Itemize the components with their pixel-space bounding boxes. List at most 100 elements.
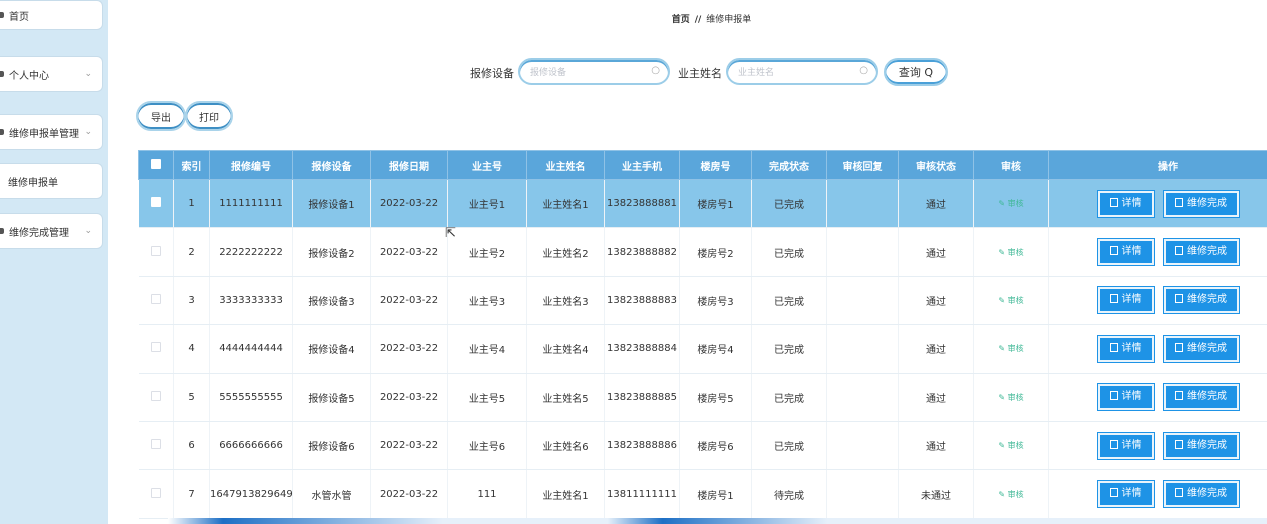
breadcrumb-home[interactable]: 首页	[672, 15, 690, 25]
detail-button[interactable]: 详情	[1097, 287, 1154, 314]
cell-device: 水管水管	[292, 469, 371, 519]
cell-index: 2	[173, 227, 210, 277]
checkbox[interactable]	[151, 158, 161, 169]
audit-cell: ✎ 审核	[973, 227, 1049, 277]
cell-date: 2022-03-22	[370, 276, 448, 326]
cell-phone: 13823888883	[604, 276, 680, 326]
chevron-down-icon: ⌄	[84, 127, 92, 137]
row-select[interactable]	[138, 227, 174, 277]
audit-link[interactable]: ✎ 审核	[998, 296, 1023, 305]
select-all-checkbox[interactable]	[138, 150, 174, 180]
operations-cell: 详情 维修完成	[1048, 179, 1267, 229]
audit-link-label: 审核	[1007, 489, 1024, 499]
query-button[interactable]: 查询 Q	[884, 58, 948, 86]
main-content: 首页 // 维修申报单 报修设备 ○ 业主姓名 ○ 查询 Q 导出 打印	[108, 0, 1267, 524]
device-search-field[interactable]: ○	[518, 58, 670, 85]
audit-link[interactable]: ✎ 审核	[998, 393, 1023, 402]
checkbox[interactable]	[150, 245, 161, 256]
checkbox[interactable]	[150, 487, 161, 498]
audit-link[interactable]: ✎ 审核	[998, 441, 1023, 450]
table-row[interactable]: 7 1647913829649 水管水管 2022-03-22 111 业主姓名1 1381…	[138, 469, 1267, 519]
checkbox[interactable]	[150, 293, 161, 304]
cell-status: 已完成	[751, 421, 827, 471]
cell-code: 1111111111	[209, 179, 293, 229]
sidebar-item-repair-complete-management[interactable]: 维修完成管理 ⌄	[0, 213, 103, 249]
repair-complete-button[interactable]: 维修完成	[1163, 335, 1239, 362]
cell-index: 6	[173, 421, 210, 471]
breadcrumb-separator: //	[694, 15, 702, 25]
detail-button[interactable]: 详情	[1097, 190, 1154, 217]
checkbox[interactable]	[150, 197, 161, 208]
repair-complete-button[interactable]: 维修完成	[1163, 190, 1239, 217]
row-select[interactable]	[138, 324, 174, 374]
sidebar-item-personal-center[interactable]: 个人中心 ⌄	[0, 56, 103, 92]
repair-complete-button[interactable]: 维修完成	[1163, 432, 1239, 459]
checkbox[interactable]	[150, 439, 161, 450]
print-button[interactable]: 打印	[185, 101, 233, 131]
cell-status: 已完成	[751, 373, 827, 422]
detail-button-label: 详情	[1121, 439, 1142, 451]
audit-link[interactable]: ✎ 审核	[998, 490, 1023, 499]
sidebar-item-home[interactable]: 首页	[0, 0, 103, 30]
cell-date: 2022-03-22	[370, 469, 448, 519]
checkbox[interactable]	[150, 342, 161, 353]
row-select[interactable]	[138, 179, 174, 229]
audit-link-label: 审核	[1007, 247, 1024, 257]
table-row[interactable]: 6 6666666666 报修设备6 2022-03-22 业主号6 业主姓名6 13823…	[138, 421, 1267, 471]
print-button-label: 打印	[199, 112, 219, 124]
cell-building: 楼房号6	[679, 421, 752, 471]
table-row[interactable]: 5 5555555555 报修设备5 2022-03-22 业主号5 业主姓名5 13823…	[138, 373, 1267, 422]
cell-reply	[826, 469, 899, 519]
cell-index: 3	[173, 276, 210, 326]
cell-code: 5555555555	[209, 373, 293, 422]
column-header: 索引	[173, 150, 210, 180]
breadcrumb: 首页 // 维修申报单	[108, 12, 1267, 25]
row-select[interactable]	[138, 469, 174, 519]
cell-owner-no: 业主号5	[447, 373, 527, 422]
checkbox[interactable]	[150, 390, 161, 401]
owner-search-field[interactable]: ○	[726, 58, 878, 85]
audit-link[interactable]: ✎ 审核	[998, 344, 1023, 353]
column-header: 审核状态	[898, 150, 974, 180]
sidebar-item-repair-report-management[interactable]: 维修申报单管理 ⌄	[0, 114, 103, 150]
repair-complete-button-label: 维修完成	[1187, 294, 1227, 306]
repair-complete-button[interactable]: 维修完成	[1163, 239, 1239, 266]
audit-link[interactable]: ✎ 审核	[998, 248, 1023, 257]
detail-button[interactable]: 详情	[1097, 432, 1154, 459]
row-select[interactable]	[138, 276, 174, 326]
table-row[interactable]: 2 2222222222 报修设备2 2022-03-22 业主号2 业主姓名2 13823…	[138, 227, 1267, 277]
table-row[interactable]: 1 1111111111 报修设备1 2022-03-22 业主号1 业主姓名1 13823…	[138, 179, 1267, 229]
detail-button[interactable]: 详情	[1097, 481, 1154, 508]
detail-button-label: 详情	[1121, 246, 1142, 258]
cell-owner-name: 业主姓名4	[526, 324, 605, 374]
sidebar-item-label: 首页	[9, 11, 29, 23]
detail-button[interactable]: 详情	[1097, 239, 1154, 266]
row-select[interactable]	[138, 421, 174, 471]
table-row[interactable]: 4 4444444444 报修设备4 2022-03-22 业主号4 业主姓名4 13823…	[138, 324, 1267, 374]
repair-complete-button[interactable]: 维修完成	[1163, 384, 1239, 411]
repair-complete-button[interactable]: 维修完成	[1163, 287, 1239, 314]
document-icon	[1109, 294, 1118, 304]
operations-cell: 详情 维修完成	[1048, 421, 1267, 471]
sidebar-item-repair-report[interactable]: 维修申报单	[0, 163, 103, 199]
document-icon	[1109, 197, 1118, 207]
table-row[interactable]: 3 3333333333 报修设备3 2022-03-22 业主号3 业主姓名3 13823…	[138, 276, 1267, 326]
owner-search-input[interactable]	[738, 62, 856, 84]
cell-owner-name: 业主姓名3	[526, 276, 605, 326]
table-header-row: 索引 报修编号 报修设备 报修日期 业主号 业主姓名 业主手机 楼房号 完成状态…	[138, 150, 1267, 180]
search-icon: ○	[651, 65, 660, 76]
detail-button[interactable]: 详情	[1097, 384, 1154, 411]
device-search-input[interactable]	[530, 62, 648, 84]
detail-button[interactable]: 详情	[1097, 335, 1154, 362]
row-select[interactable]	[138, 373, 174, 422]
cell-date: 2022-03-22	[370, 179, 448, 229]
audit-link[interactable]: ✎ 审核	[998, 199, 1023, 208]
edit-icon: ✎	[998, 441, 1006, 451]
cell-index: 5	[173, 373, 210, 422]
repair-complete-button[interactable]: 维修完成	[1163, 481, 1239, 508]
folder-icon	[0, 129, 4, 135]
export-button[interactable]: 导出	[136, 101, 186, 131]
cell-status: 已完成	[751, 324, 827, 374]
cell-audit-status: 通过	[898, 324, 974, 374]
cell-reply	[826, 421, 899, 471]
